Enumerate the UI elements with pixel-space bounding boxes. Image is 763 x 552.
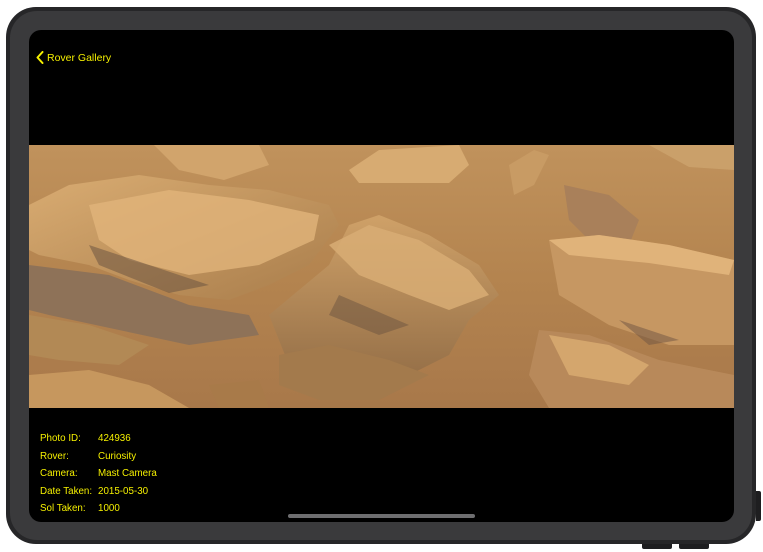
detail-row-sol: Sol Taken: 1000 bbox=[40, 500, 157, 518]
photo-id-value: 424936 bbox=[98, 433, 131, 445]
camera-value: Mast Camera bbox=[98, 468, 157, 480]
date-value: 2015-05-30 bbox=[98, 485, 149, 497]
detail-row-camera: Camera: Mast Camera bbox=[40, 465, 157, 483]
photo-details: Photo ID: 424936 Rover: Curiosity Camera… bbox=[40, 430, 157, 518]
detail-row-photo-id: Photo ID: 424936 bbox=[40, 430, 157, 448]
detail-row-rover: Rover: Curiosity bbox=[40, 448, 157, 466]
power-button bbox=[756, 491, 761, 521]
app-screen: Rover Gallery Photo ID: 424936 Rover: Cu… bbox=[29, 30, 734, 522]
detail-row-date: Date Taken: 2015-05-30 bbox=[40, 483, 157, 501]
rover-value: Curiosity bbox=[98, 450, 137, 462]
volume-up-button bbox=[642, 544, 672, 549]
mars-rock-photo-image bbox=[29, 145, 734, 408]
volume-down-button bbox=[679, 544, 709, 549]
back-button-label: Rover Gallery bbox=[47, 51, 112, 64]
rover-label: Rover: bbox=[40, 450, 69, 462]
chevron-left-icon bbox=[36, 51, 44, 64]
date-label: Date Taken: bbox=[40, 485, 93, 497]
sol-value: 1000 bbox=[98, 503, 120, 515]
photo-id-label: Photo ID: bbox=[40, 433, 81, 445]
back-button[interactable]: Rover Gallery bbox=[36, 51, 111, 64]
rover-photo bbox=[29, 145, 734, 408]
home-indicator[interactable] bbox=[288, 514, 475, 518]
sol-label: Sol Taken: bbox=[40, 503, 86, 515]
camera-label: Camera: bbox=[40, 468, 78, 480]
